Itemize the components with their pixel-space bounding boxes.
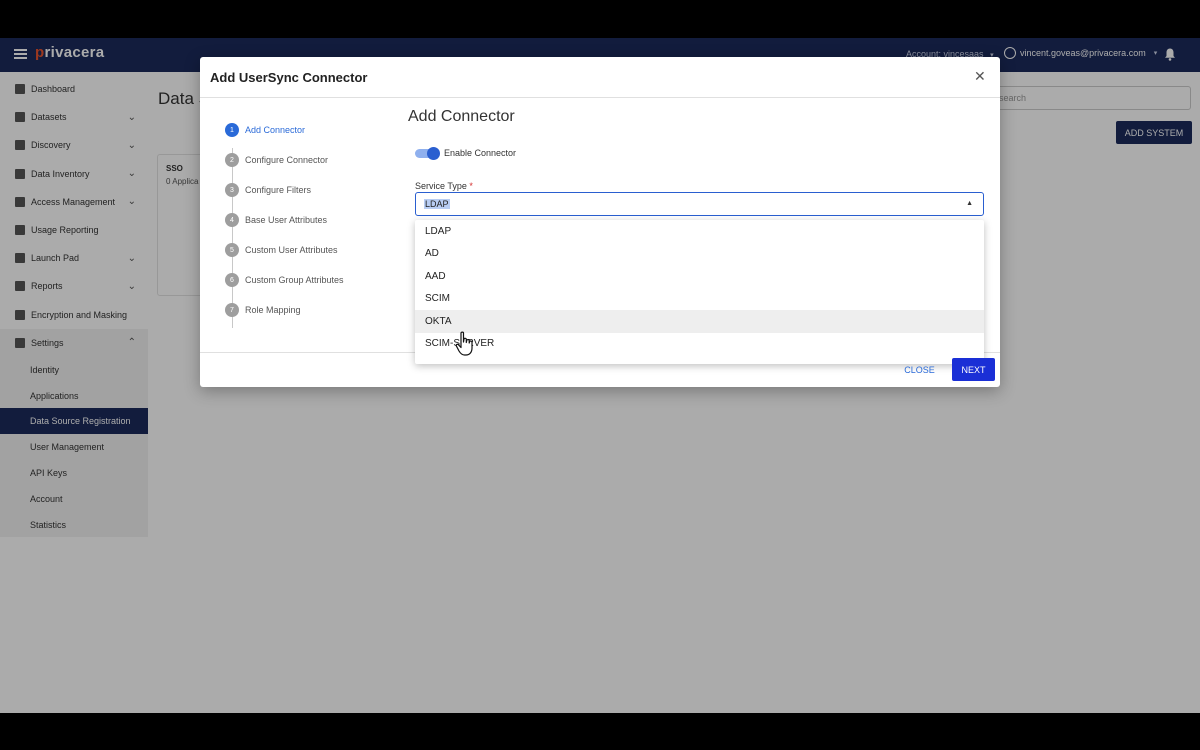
option-aad[interactable]: AAD: [415, 265, 984, 288]
caret-up-icon: ▲: [966, 200, 973, 207]
step-custom-user-attributes[interactable]: 5 Custom User Attributes: [225, 243, 338, 257]
step-base-user-attributes[interactable]: 4 Base User Attributes: [225, 213, 327, 227]
step-configure-filters[interactable]: 3 Configure Filters: [225, 183, 311, 197]
divider: [200, 97, 1000, 98]
hand-cursor-icon: [455, 331, 473, 356]
toggle-label: Enable Connector: [444, 148, 517, 158]
close-button[interactable]: CLOSE: [897, 360, 942, 380]
option-ad[interactable]: AD: [415, 243, 984, 266]
next-button[interactable]: NEXT: [952, 358, 995, 381]
enable-connector-toggle[interactable]: [415, 147, 440, 160]
close-icon[interactable]: ✕: [974, 69, 986, 83]
service-type-label: Service Type *: [415, 181, 473, 191]
app-frame: privacera Account: vincesaas ▾ vincent.g…: [0, 38, 1200, 713]
service-type-dropdown: LDAP AD AAD SCIM OKTA SCIM-SERVER: [415, 220, 984, 364]
option-scim[interactable]: SCIM: [415, 288, 984, 311]
option-okta[interactable]: OKTA: [415, 310, 984, 333]
step-configure-connector[interactable]: 2 Configure Connector: [225, 153, 328, 167]
option-scim-server[interactable]: SCIM-SERVER: [415, 333, 984, 356]
section-title: Add Connector: [408, 108, 515, 125]
dialog-title: Add UserSync Connector: [210, 70, 368, 85]
option-ldap[interactable]: LDAP: [415, 220, 984, 243]
selected-value: LDAP: [424, 199, 450, 209]
step-add-connector[interactable]: 1 Add Connector: [225, 123, 305, 137]
service-type-select[interactable]: LDAP ▲: [415, 192, 984, 216]
step-role-mapping[interactable]: 7 Role Mapping: [225, 303, 301, 317]
stepper-line: [232, 148, 233, 328]
step-custom-group-attributes[interactable]: 6 Custom Group Attributes: [225, 273, 344, 287]
